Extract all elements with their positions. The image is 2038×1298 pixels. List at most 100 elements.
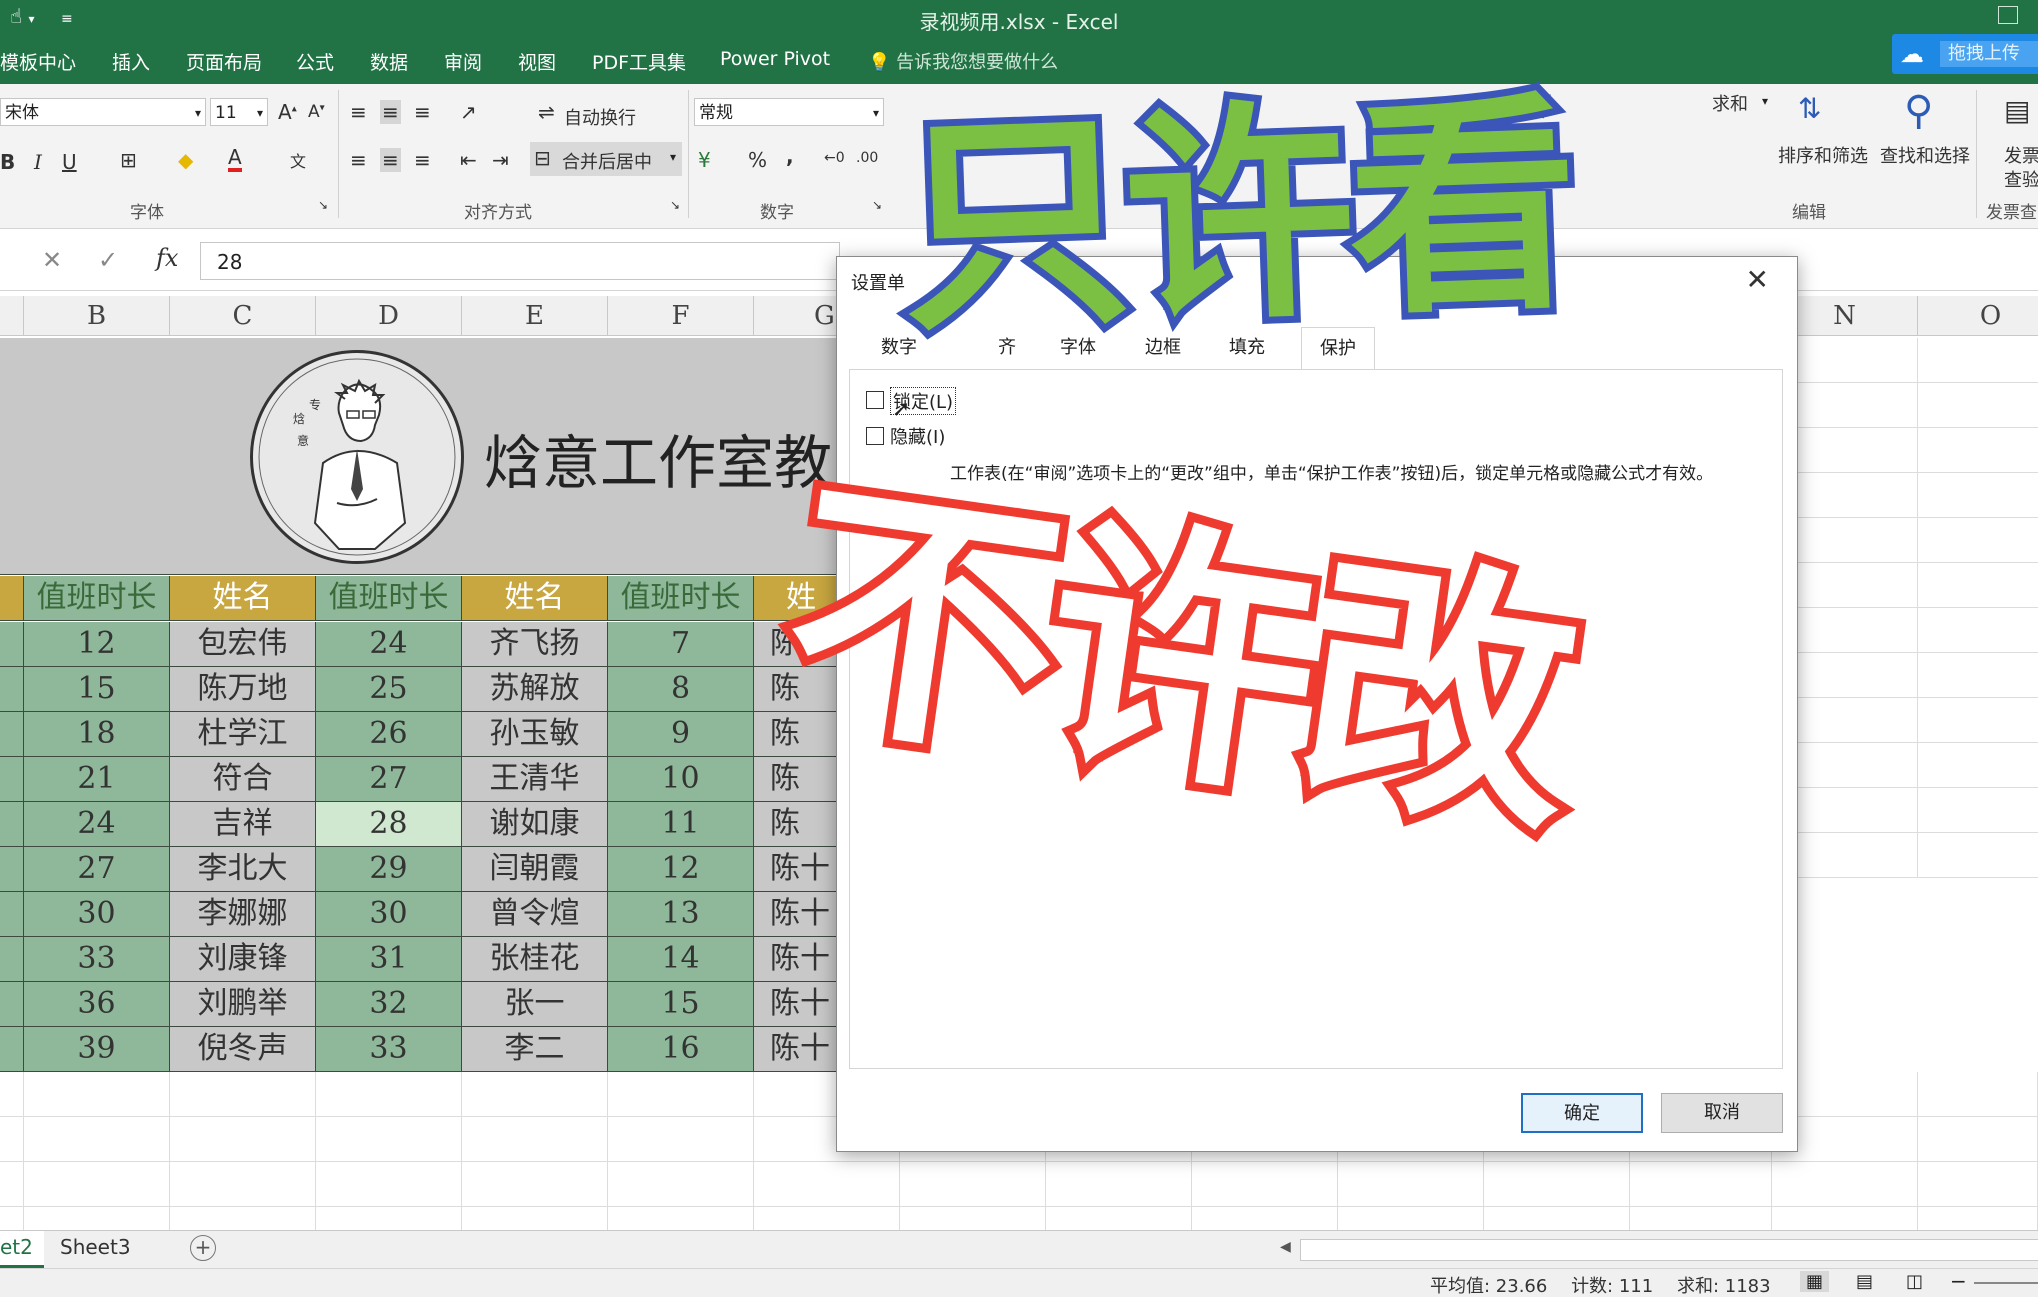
table-cell[interactable]: 27 [316, 757, 462, 802]
check-icon[interactable]: ✓ [98, 246, 118, 274]
tab-formulas[interactable]: 公式 [296, 48, 334, 75]
table-cell[interactable]: 39 [24, 1027, 170, 1072]
table-header-cell[interactable]: 值班时长 [608, 576, 754, 621]
empty-cell[interactable] [1338, 1207, 1484, 1230]
empty-cell[interactable] [24, 1162, 170, 1207]
empty-cell[interactable] [0, 1207, 24, 1230]
tab-pdf-tools[interactable]: PDF工具集 [592, 48, 686, 75]
column-header-a[interactable] [0, 296, 24, 336]
empty-cell[interactable] [316, 1117, 462, 1162]
empty-cell[interactable] [1918, 743, 2038, 788]
phonetic-icon[interactable]: 文 [290, 148, 306, 172]
invoice-icon[interactable]: ▤ [2004, 94, 2030, 127]
table-cell[interactable] [0, 937, 24, 982]
empty-cell[interactable] [900, 1162, 1046, 1207]
table-cell[interactable]: 陈十 [754, 892, 840, 937]
empty-cell[interactable] [462, 1072, 608, 1117]
decrease-indent-icon[interactable]: ⇤ [460, 148, 477, 172]
number-format-combo[interactable]: 常规 ▾ [694, 98, 884, 126]
table-cell[interactable]: 24 [316, 622, 462, 667]
empty-cell[interactable] [1772, 1162, 1918, 1207]
underline-icon[interactable]: U [62, 150, 77, 174]
horizontal-scrollbar[interactable] [1300, 1239, 2038, 1261]
table-cell[interactable] [0, 757, 24, 802]
empty-cell[interactable] [24, 1207, 170, 1230]
bold-icon[interactable]: B [0, 150, 15, 174]
empty-cell[interactable] [1918, 518, 2038, 563]
table-cell[interactable]: 符合 [170, 757, 316, 802]
wrap-text-icon[interactable]: ⇌ [538, 100, 555, 124]
table-cell[interactable]: 闫朝霞 [462, 847, 608, 892]
empty-cell[interactable] [754, 1207, 900, 1230]
table-cell[interactable]: 陈万地 [170, 667, 316, 712]
empty-cell[interactable] [1630, 1162, 1772, 1207]
increase-decimal-icon[interactable]: ←0 [824, 150, 845, 166]
restore-icon[interactable] [1998, 6, 2018, 24]
decrease-decimal-icon[interactable]: .00 [856, 150, 878, 166]
empty-cell[interactable] [316, 1072, 462, 1117]
table-cell[interactable]: 吉祥 [170, 802, 316, 847]
align-bottom-icon[interactable]: ≡ [414, 100, 431, 124]
table-cell[interactable]: 21 [24, 757, 170, 802]
dialog-launcher-icon[interactable]: ↘ [670, 198, 680, 212]
table-header-cell[interactable]: 姓名 [170, 576, 316, 621]
formula-input[interactable]: 28 [200, 242, 840, 280]
empty-cell[interactable] [170, 1162, 316, 1207]
table-cell[interactable]: 陈 [754, 802, 840, 847]
dialog-launcher-icon[interactable]: ↘ [318, 198, 328, 212]
scroll-left-icon[interactable]: ◀ [1280, 1239, 1291, 1255]
increase-font-icon[interactable]: A▴ [278, 100, 297, 124]
table-cell[interactable]: 14 [608, 937, 754, 982]
table-header-cell[interactable]: 值班时长 [316, 576, 462, 621]
empty-cell[interactable] [1338, 1162, 1484, 1207]
tab-page-layout[interactable]: 页面布局 [186, 48, 262, 75]
table-cell[interactable]: 31 [316, 937, 462, 982]
page-layout-icon[interactable]: ▤ [1856, 1271, 1873, 1292]
table-cell[interactable] [0, 1027, 24, 1072]
increase-indent-icon[interactable]: ⇥ [492, 148, 509, 172]
wrap-text-button[interactable]: 自动换行 [564, 104, 636, 130]
empty-cell[interactable] [1192, 1207, 1338, 1230]
empty-cell[interactable] [316, 1162, 462, 1207]
empty-cell[interactable] [1918, 1207, 2038, 1230]
font-name-combo[interactable]: 宋体 ▾ [0, 98, 206, 126]
tab-insert[interactable]: 插入 [112, 48, 150, 75]
merge-center-button[interactable]: ⊟ 合并后居中 ▾ [530, 142, 682, 176]
empty-cell[interactable] [0, 1117, 24, 1162]
column-header-e[interactable]: E [462, 296, 608, 336]
table-cell[interactable]: 倪冬声 [170, 1027, 316, 1072]
table-cell[interactable]: 陈十 [754, 847, 840, 892]
table-cell[interactable]: 27 [24, 847, 170, 892]
zoom-slider[interactable] [1974, 1282, 2038, 1284]
table-cell[interactable]: 齐飞扬 [462, 622, 608, 667]
sheet-tab-active[interactable]: et2 [0, 1231, 44, 1268]
table-cell[interactable]: 杜学江 [170, 712, 316, 757]
table-cell[interactable]: 陈十 [754, 937, 840, 982]
table-cell[interactable]: 10 [608, 757, 754, 802]
table-cell[interactable] [0, 847, 24, 892]
empty-cell[interactable] [1918, 653, 2038, 698]
column-header-c[interactable]: C [170, 296, 316, 336]
empty-cell[interactable] [1918, 788, 2038, 833]
column-header-f[interactable]: F [608, 296, 754, 336]
empty-cell[interactable] [1918, 563, 2038, 608]
empty-cell[interactable] [1484, 1207, 1630, 1230]
table-cell[interactable]: 13 [608, 892, 754, 937]
empty-cell[interactable] [170, 1117, 316, 1162]
empty-cell[interactable] [1918, 338, 2038, 383]
percent-button[interactable]: % [748, 148, 767, 172]
tab-review[interactable]: 审阅 [444, 48, 482, 75]
table-cell[interactable]: 孙玉敏 [462, 712, 608, 757]
table-cell[interactable]: 33 [316, 1027, 462, 1072]
empty-cell[interactable] [1772, 1207, 1918, 1230]
table-cell[interactable]: 张一 [462, 982, 608, 1027]
align-center-icon[interactable]: ≡ [380, 148, 401, 172]
decrease-font-icon[interactable]: A▾ [308, 102, 325, 122]
table-cell[interactable]: 包宏伟 [170, 622, 316, 667]
align-left-icon[interactable]: ≡ [350, 148, 367, 172]
table-header-cell[interactable]: 姓名 [462, 576, 608, 621]
tab-power-pivot[interactable]: Power Pivot [720, 48, 830, 70]
normal-view-icon[interactable]: ▦ [1800, 1271, 1830, 1292]
table-cell[interactable]: 李娜娜 [170, 892, 316, 937]
empty-cell[interactable] [1918, 608, 2038, 653]
